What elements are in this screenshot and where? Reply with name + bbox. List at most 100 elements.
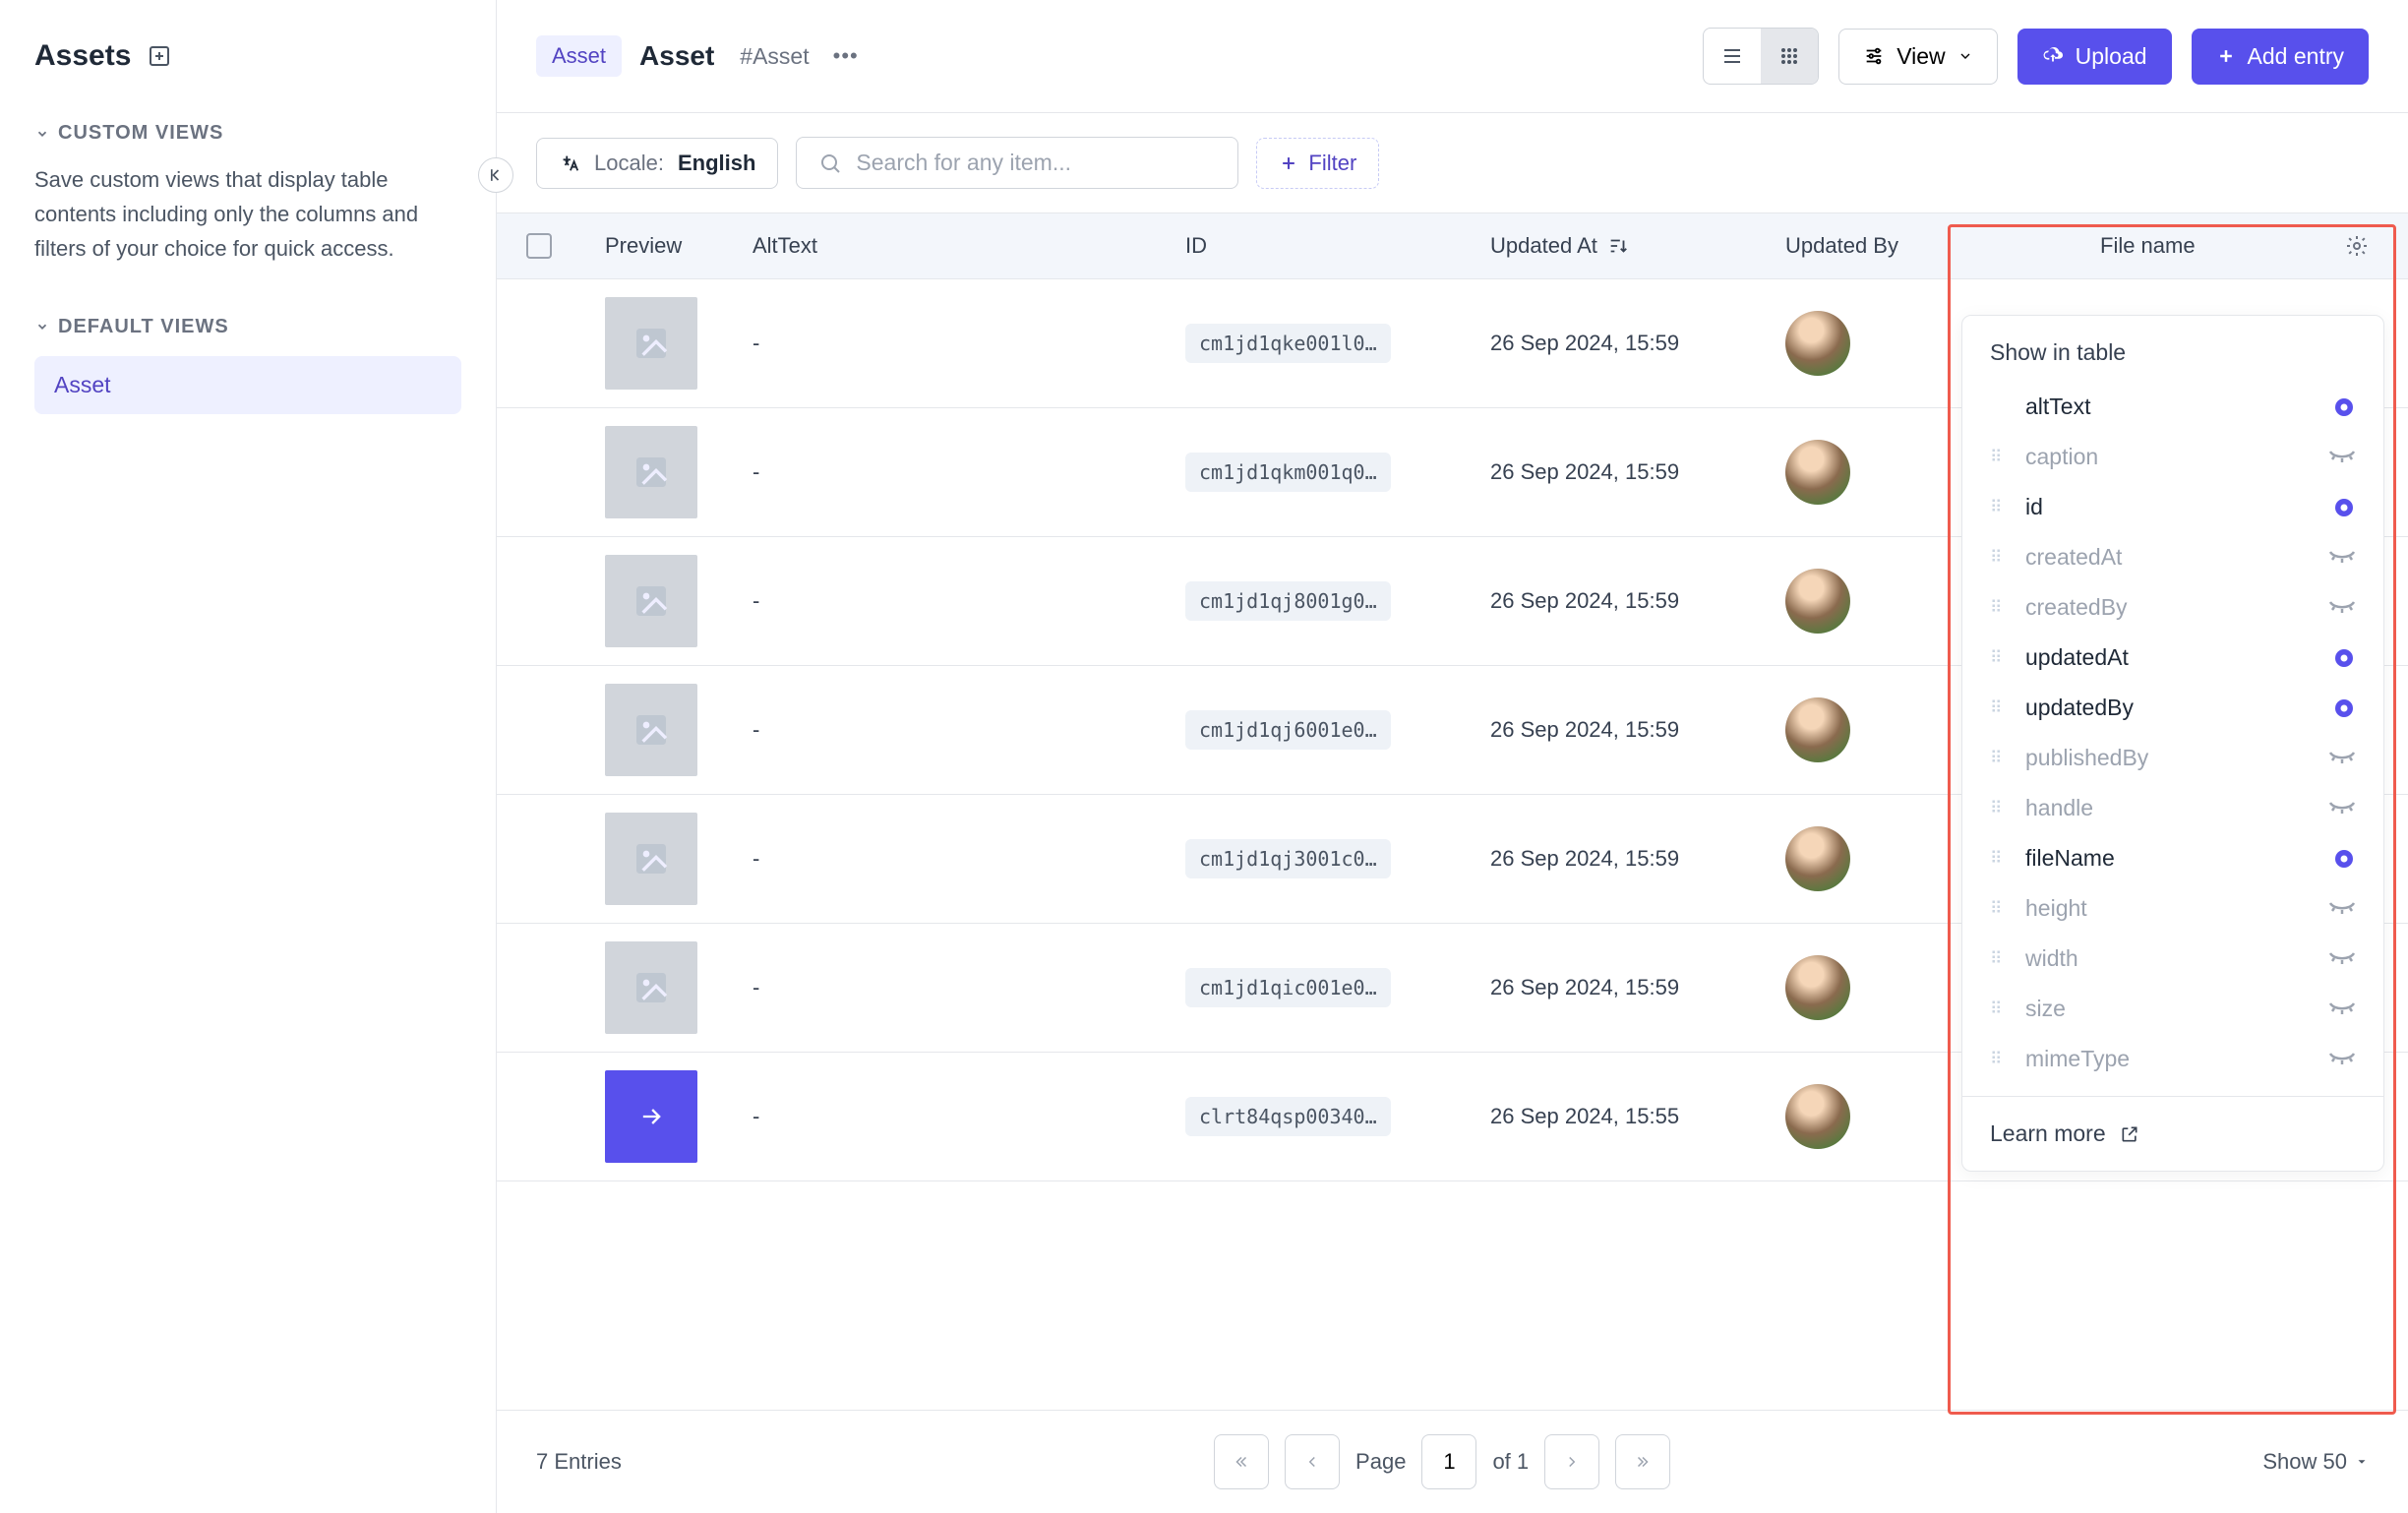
add-entry-button[interactable]: Add entry: [2192, 29, 2369, 85]
th-file-name[interactable]: File name: [2041, 233, 2378, 259]
th-updated-by[interactable]: Updated By: [1785, 233, 2041, 259]
visible-icon[interactable]: [2332, 395, 2356, 419]
column-toggle-createdBy[interactable]: ⠿createdBy: [1962, 582, 2383, 633]
column-toggle-mimeType[interactable]: ⠿mimeType: [1962, 1034, 2383, 1084]
hidden-icon[interactable]: [2328, 799, 2356, 818]
cell-id[interactable]: cm1jd1qj3001c0…: [1185, 839, 1391, 878]
default-views-header[interactable]: DEFAULT VIEWS: [34, 316, 461, 338]
column-toggle-handle[interactable]: ⠿handle: [1962, 783, 2383, 833]
avatar[interactable]: [1785, 1084, 1850, 1149]
thumbnail[interactable]: [605, 1070, 697, 1163]
cell-id[interactable]: cm1jd1qke001l0…: [1185, 324, 1391, 363]
prev-page-button[interactable]: [1285, 1434, 1340, 1489]
thumbnail[interactable]: [605, 297, 697, 390]
cell-id[interactable]: cm1jd1qj8001g0…: [1185, 581, 1391, 621]
model-chip[interactable]: Asset: [536, 35, 622, 77]
column-toggle-fileName[interactable]: ⠿fileName: [1962, 833, 2383, 883]
column-toggle-altText[interactable]: ⠿altText: [1962, 382, 2383, 432]
drag-handle-icon[interactable]: ⠿: [1990, 498, 2008, 517]
grid-view-toggle[interactable]: [1761, 29, 1818, 84]
more-menu-icon[interactable]: •••: [827, 37, 865, 75]
locale-selector[interactable]: Locale: English: [536, 138, 778, 189]
avatar[interactable]: [1785, 440, 1850, 505]
column-toggle-caption[interactable]: ⠿caption: [1962, 432, 2383, 482]
list-view-toggle[interactable]: [1704, 29, 1761, 84]
drag-handle-icon[interactable]: ⠿: [1990, 548, 2008, 568]
thumbnail[interactable]: [605, 813, 697, 905]
visible-icon[interactable]: [2332, 696, 2356, 720]
th-alttext[interactable]: AltText: [752, 233, 1185, 259]
drag-handle-icon[interactable]: ⠿: [1990, 598, 2008, 618]
th-updated-at[interactable]: Updated At: [1490, 233, 1785, 259]
add-filter-button[interactable]: Filter: [1256, 138, 1379, 189]
hidden-icon[interactable]: [2328, 448, 2356, 467]
translate-icon: [559, 152, 580, 174]
hidden-icon[interactable]: [2328, 949, 2356, 969]
visible-icon[interactable]: [2332, 847, 2356, 871]
visible-icon[interactable]: [2332, 646, 2356, 670]
drag-handle-icon[interactable]: ⠿: [1990, 1050, 2008, 1069]
drag-handle-icon[interactable]: ⠿: [1990, 698, 2008, 718]
column-toggle-publishedBy[interactable]: ⠿publishedBy: [1962, 733, 2383, 783]
avatar[interactable]: [1785, 955, 1850, 1020]
select-all-checkbox[interactable]: [526, 233, 552, 259]
column-toggle-updatedAt[interactable]: ⠿updatedAt: [1962, 633, 2383, 683]
drag-handle-icon[interactable]: ⠿: [1990, 849, 2008, 869]
avatar[interactable]: [1785, 569, 1850, 634]
column-toggle-createdAt[interactable]: ⠿createdAt: [1962, 532, 2383, 582]
cell-id[interactable]: cm1jd1qic001e0…: [1185, 968, 1391, 1007]
cell-alttext: -: [752, 1104, 1185, 1129]
learn-more-link[interactable]: Learn more: [1990, 1120, 2356, 1147]
drag-handle-icon[interactable]: ⠿: [1990, 949, 2008, 969]
custom-views-header[interactable]: CUSTOM VIEWS: [34, 122, 461, 145]
drag-handle-icon[interactable]: ⠿: [1990, 648, 2008, 668]
next-page-button[interactable]: [1544, 1434, 1599, 1489]
avatar[interactable]: [1785, 697, 1850, 762]
search-box[interactable]: [796, 137, 1238, 189]
hidden-icon[interactable]: [2328, 1050, 2356, 1069]
column-toggle-updatedBy[interactable]: ⠿updatedBy: [1962, 683, 2383, 733]
th-id[interactable]: ID: [1185, 233, 1490, 259]
column-toggle-id[interactable]: ⠿id: [1962, 482, 2383, 532]
layout-toggle: [1703, 28, 1819, 85]
rows-per-page-selector[interactable]: Show 50: [2262, 1449, 2369, 1475]
column-settings-button[interactable]: [2345, 234, 2369, 258]
page-input[interactable]: [1421, 1434, 1476, 1489]
thumbnail[interactable]: [605, 555, 697, 647]
chevron-down-icon: [1957, 48, 1973, 64]
drag-handle-icon[interactable]: ⠿: [1990, 899, 2008, 919]
hidden-icon[interactable]: [2328, 548, 2356, 568]
hidden-icon[interactable]: [2328, 749, 2356, 768]
thumbnail[interactable]: [605, 684, 697, 776]
view-button[interactable]: View: [1838, 29, 1997, 85]
drag-handle-icon[interactable]: ⠿: [1990, 749, 2008, 768]
upload-button-label: Upload: [2076, 43, 2147, 70]
hidden-icon[interactable]: [2328, 999, 2356, 1019]
add-asset-icon[interactable]: [147, 43, 172, 69]
sidebar-item-asset[interactable]: Asset: [34, 356, 461, 414]
cell-id[interactable]: cm1jd1qj6001e0…: [1185, 710, 1391, 750]
drag-handle-icon[interactable]: ⠿: [1990, 799, 2008, 818]
avatar[interactable]: [1785, 826, 1850, 891]
cell-alttext: -: [752, 331, 1185, 356]
column-toggle-size[interactable]: ⠿size: [1962, 984, 2383, 1034]
thumbnail[interactable]: [605, 426, 697, 518]
column-toggle-width[interactable]: ⠿width: [1962, 934, 2383, 984]
first-page-button[interactable]: [1214, 1434, 1269, 1489]
search-input[interactable]: [856, 150, 1216, 176]
column-toggle-height[interactable]: ⠿height: [1962, 883, 2383, 934]
cell-id[interactable]: cm1jd1qkm001q0…: [1185, 453, 1391, 492]
th-preview[interactable]: Preview: [605, 233, 752, 259]
drag-handle-icon[interactable]: ⠿: [1990, 999, 2008, 1019]
visible-icon[interactable]: [2332, 496, 2356, 519]
cell-id[interactable]: clrt84qsp00340…: [1185, 1097, 1391, 1136]
drag-handle-icon[interactable]: ⠿: [1990, 448, 2008, 467]
last-page-button[interactable]: [1615, 1434, 1670, 1489]
thumbnail[interactable]: [605, 941, 697, 1034]
table-footer: 7 Entries Page of 1 Show 50: [497, 1410, 2408, 1513]
cell-alttext: -: [752, 459, 1185, 485]
upload-button[interactable]: Upload: [2017, 29, 2172, 85]
hidden-icon[interactable]: [2328, 598, 2356, 618]
hidden-icon[interactable]: [2328, 899, 2356, 919]
avatar[interactable]: [1785, 311, 1850, 376]
